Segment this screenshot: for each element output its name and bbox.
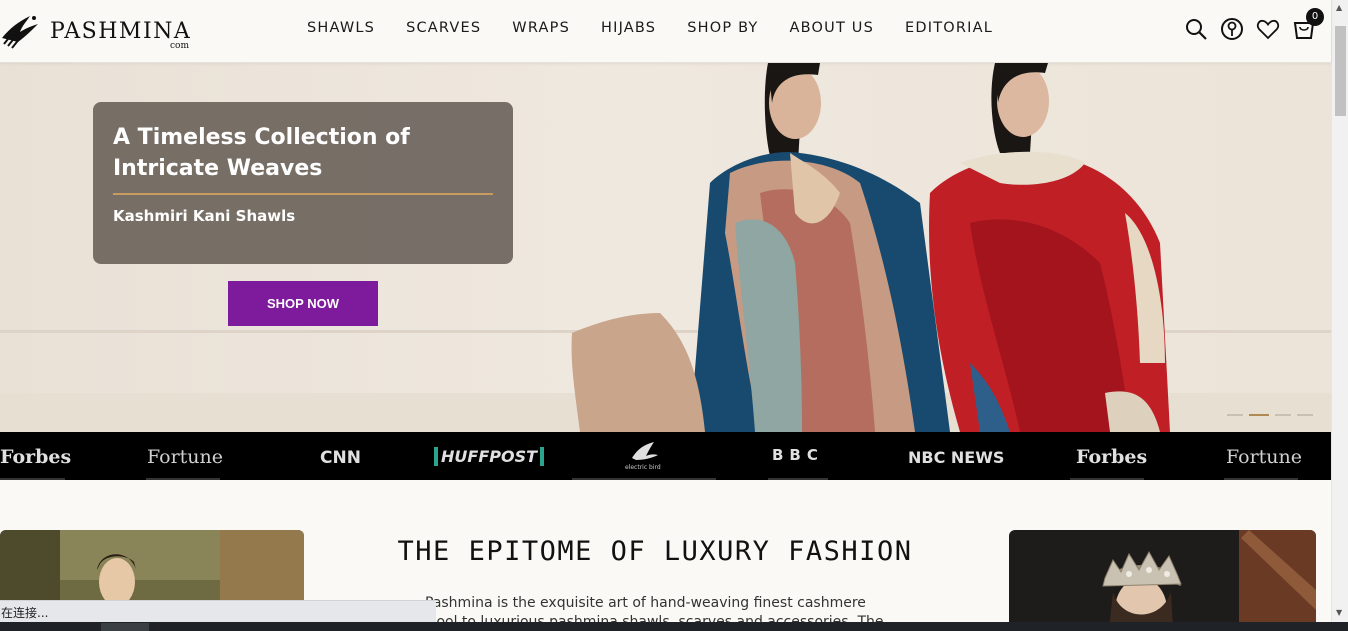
nav-about-us[interactable]: ABOUT US: [790, 20, 875, 36]
press-logos-bar: Forbes Fortune CNN HUFFPOST electric bir…: [0, 432, 1331, 480]
slider-dot-3[interactable]: [1275, 414, 1291, 416]
slider-dot-2[interactable]: [1249, 414, 1269, 416]
nav-editorial[interactable]: EDITORIAL: [905, 20, 993, 36]
hero-subtitle: Kashmiri Kani Shawls: [113, 207, 296, 225]
account-icon[interactable]: [1220, 17, 1244, 41]
nav-shop-by[interactable]: SHOP BY: [687, 20, 758, 36]
press-logo-fortune: Fortune: [147, 446, 224, 468]
search-icon[interactable]: [1184, 17, 1208, 41]
taskbar: [0, 622, 1348, 631]
press-logo-nbc-news: NBC NEWS: [908, 448, 1005, 467]
models-with-shawls-image: [571, 63, 1170, 432]
press-logo-cnn: CNN: [320, 448, 361, 468]
browser-status-bar: 在连接...: [0, 600, 436, 622]
press-logo-electric-bird: electric bird: [624, 440, 664, 474]
press-logo-forbes-2: Forbes: [1076, 446, 1148, 468]
press-logo-bbc: BBC: [772, 446, 824, 464]
nav-hijabs[interactable]: HIJABS: [601, 20, 656, 36]
section-heading: THE EPITOME OF LUXURY FASHION: [397, 536, 913, 567]
cart-count-badge: 0: [1306, 8, 1324, 26]
electric-bird-label: electric bird: [625, 464, 661, 471]
page-scrollbar[interactable]: ▲ ▼: [1331, 0, 1348, 622]
header-actions: 0: [1184, 8, 1324, 41]
site-header: PASHMINA com SHAWLS SCARVES WRAPS HIJABS…: [0, 0, 1331, 63]
pashmina-logo[interactable]: PASHMINA com: [0, 8, 200, 52]
logo-sub-text: com: [170, 41, 189, 51]
bird-icon: [632, 442, 658, 460]
wishlist-heart-icon[interactable]: [1256, 17, 1280, 41]
logo-emblem-icon: [2, 16, 38, 49]
scroll-down-arrow[interactable]: ▼: [1336, 608, 1342, 617]
taskbar-active-item[interactable]: [101, 623, 149, 631]
scroll-up-arrow[interactable]: ▲: [1336, 3, 1342, 12]
nav-shawls[interactable]: SHAWLS: [307, 20, 375, 36]
cart-button[interactable]: 0: [1292, 8, 1324, 41]
painting-image: [1009, 530, 1316, 631]
shop-now-button[interactable]: SHOP NOW: [228, 281, 378, 326]
hero-banner: A Timeless Collection of Intricate Weave…: [0, 63, 1331, 432]
caption-divider: [113, 193, 493, 195]
slider-dot-4[interactable]: [1297, 414, 1313, 416]
press-logo-huffpost: HUFFPOST: [434, 447, 545, 466]
slider-dot-1[interactable]: [1227, 414, 1243, 416]
hero-caption-card: A Timeless Collection of Intricate Weave…: [93, 102, 513, 264]
slider-dots: [1227, 414, 1319, 416]
nav-scarves[interactable]: SCARVES: [406, 20, 481, 36]
portrait-painting-right: [1009, 530, 1316, 631]
scroll-thumb[interactable]: [1335, 26, 1346, 116]
main-nav: SHAWLS SCARVES WRAPS HIJABS SHOP BY ABOU…: [307, 20, 1024, 36]
press-logo-forbes: Forbes: [0, 446, 72, 468]
nav-wraps[interactable]: WRAPS: [512, 20, 570, 36]
hero-title: A Timeless Collection of Intricate Weave…: [113, 125, 410, 181]
press-logo-fortune-2: Fortune: [1226, 446, 1303, 468]
